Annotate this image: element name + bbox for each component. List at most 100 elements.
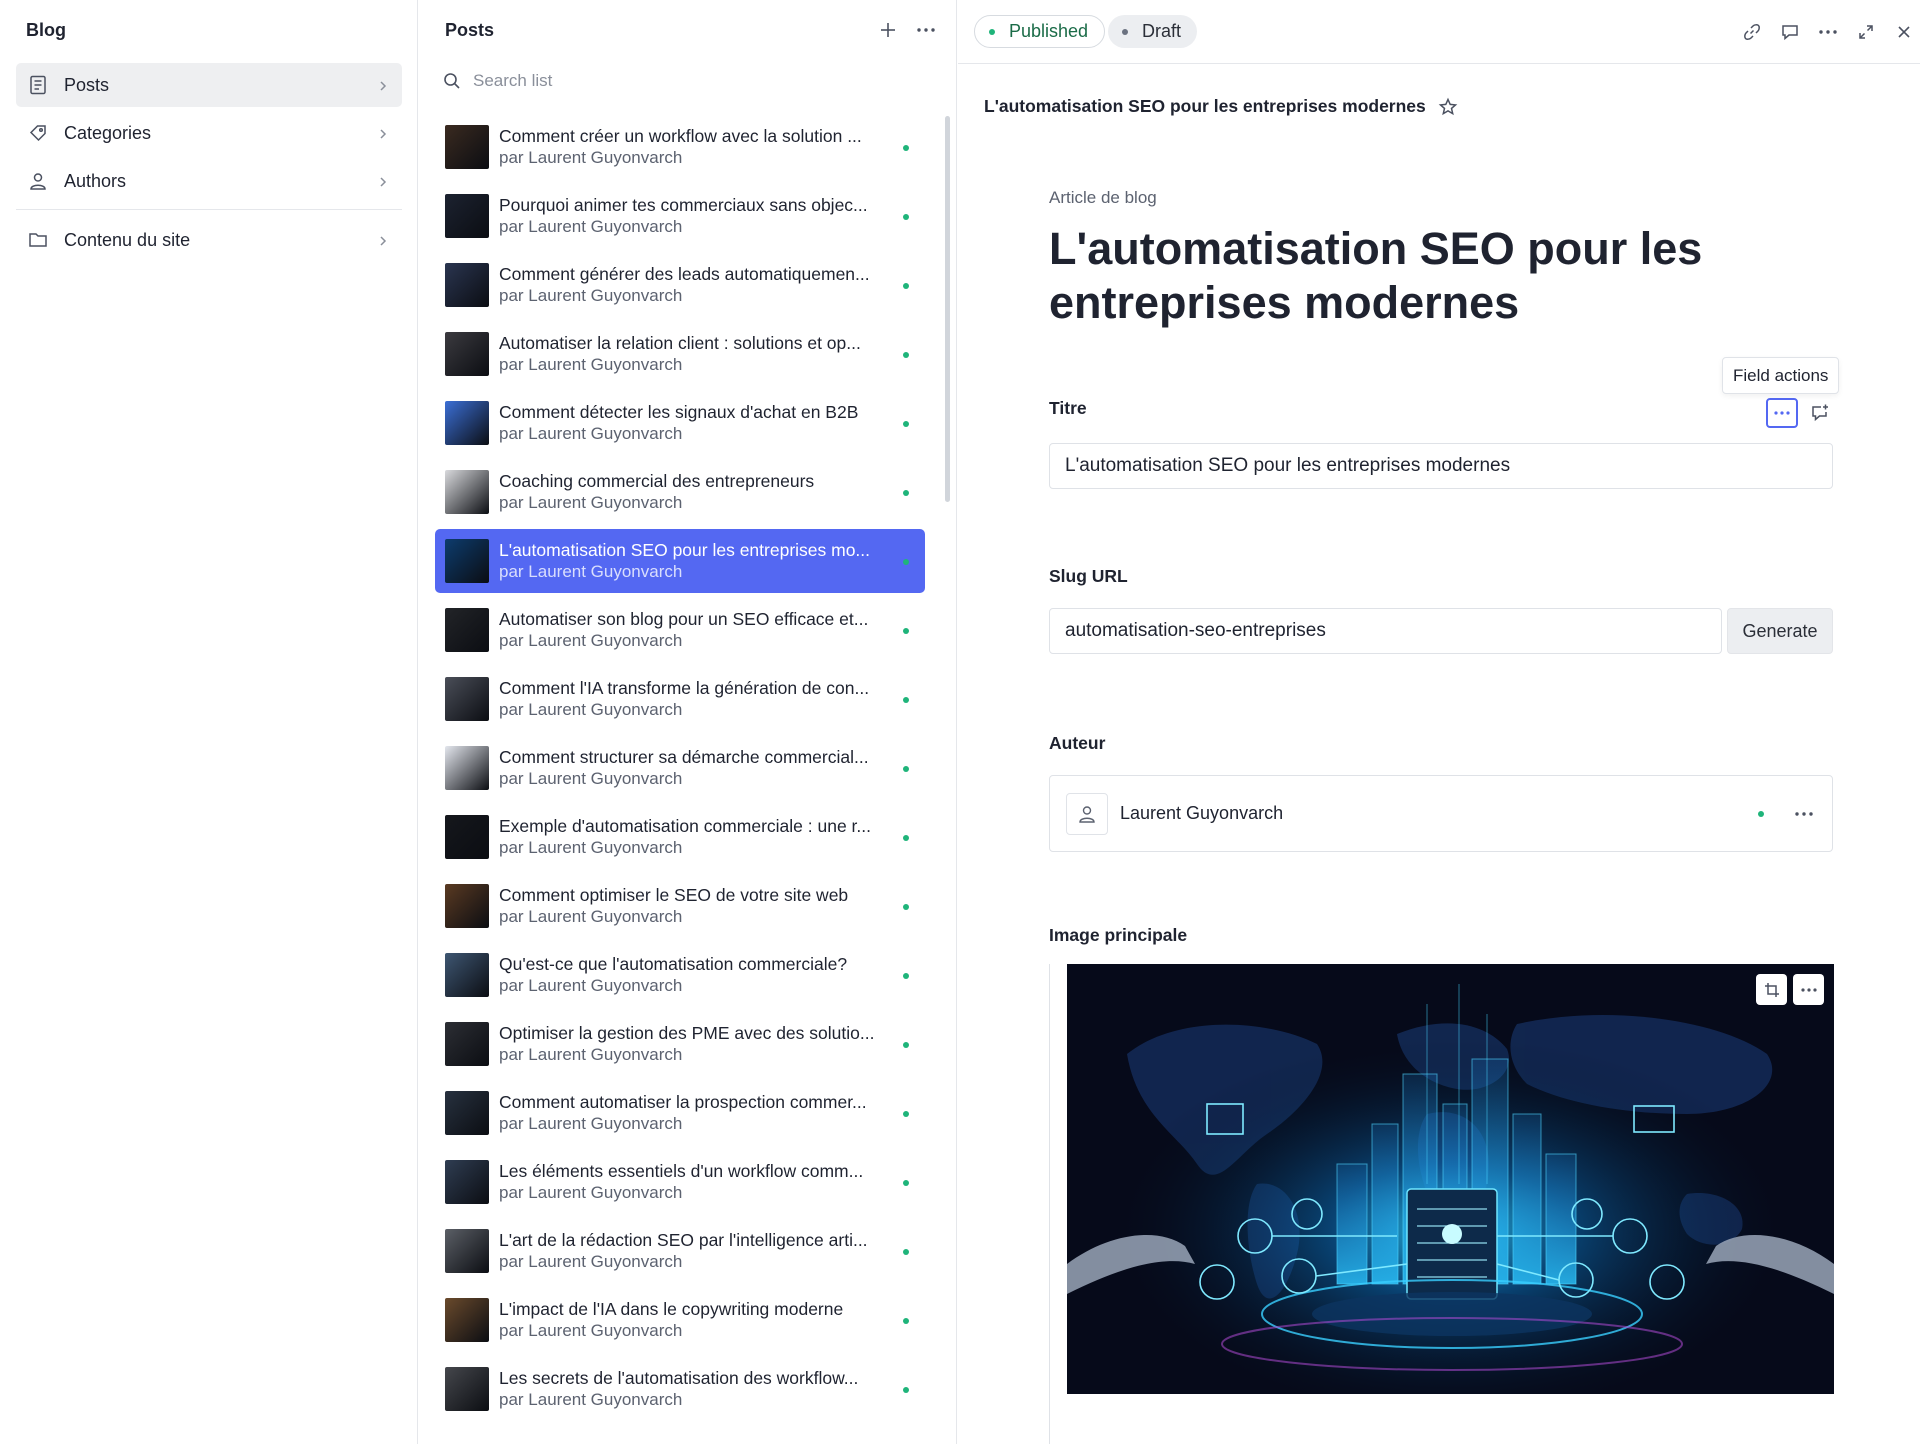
post-list-item[interactable]: Les secrets de l'automatisation des work…	[435, 1357, 925, 1421]
image-field	[1049, 964, 1834, 1444]
author-more-button[interactable]	[1792, 802, 1816, 826]
post-thumbnail	[445, 746, 489, 790]
post-list-item[interactable]: Comment générer des leads automatiquemen…	[435, 253, 925, 317]
post-text: L'automatisation SEO pour les entreprise…	[499, 539, 915, 583]
post-author: par Laurent Guyonvarch	[499, 286, 683, 305]
post-list-item[interactable]: Qu'est-ce que l'automatisation commercia…	[435, 943, 925, 1007]
post-author: par Laurent Guyonvarch	[499, 1183, 683, 1202]
post-title: L'automatisation SEO pour les entreprise…	[499, 540, 871, 560]
published-status-dot	[903, 1042, 909, 1048]
post-thumbnail	[445, 884, 489, 928]
titre-field-label: Titre	[1049, 398, 1087, 418]
post-list-item[interactable]: Les éléments essentiels d'un workflow co…	[435, 1150, 925, 1214]
post-list-item[interactable]: Coaching commercial des entrepreneurs par…	[435, 460, 925, 524]
post-list-item[interactable]: Comment optimiser le SEO de votre site w…	[435, 874, 925, 938]
crop-icon[interactable]	[1756, 974, 1787, 1005]
published-status-dot	[903, 1318, 909, 1324]
post-list-item[interactable]: L'art de la rédaction SEO par l'intellig…	[435, 1219, 925, 1283]
search-icon	[443, 72, 461, 90]
published-status-dot	[903, 697, 909, 703]
post-author: par Laurent Guyonvarch	[499, 424, 683, 443]
post-author: par Laurent Guyonvarch	[499, 148, 683, 167]
titre-input[interactable]	[1049, 443, 1833, 489]
author-reference-card[interactable]: Laurent Guyonvarch	[1049, 775, 1833, 852]
post-title: Les éléments essentiels d'un workflow co…	[499, 1161, 864, 1181]
published-status-dot	[903, 628, 909, 634]
star-icon[interactable]	[1438, 97, 1458, 117]
post-text: Comment générer des leads automatiquemen…	[499, 263, 915, 307]
post-text: Exemple d'automatisation commerciale : u…	[499, 815, 915, 859]
posts-pane-title: Posts	[445, 20, 495, 40]
field-actions-tooltip: Field actions	[1722, 357, 1840, 394]
post-title: Pourquoi animer tes commerciaux sans obj…	[499, 195, 868, 215]
post-author: par Laurent Guyonvarch	[499, 493, 683, 512]
post-list-item[interactable]: L'automatisation SEO pour les entreprise…	[435, 529, 925, 593]
post-author: par Laurent Guyonvarch	[499, 976, 683, 995]
link-icon[interactable]	[1740, 20, 1764, 44]
post-list-item[interactable]: Pourquoi animer tes commerciaux sans obj…	[435, 184, 925, 248]
add-post-button[interactable]	[876, 18, 900, 42]
post-author: par Laurent Guyonvarch	[499, 1045, 683, 1064]
document-editor: Published Draft L'automatisation SEO pou…	[958, 0, 1920, 1444]
main-image-preview[interactable]	[1067, 964, 1834, 1394]
slug-input[interactable]	[1049, 608, 1722, 654]
post-list-item[interactable]: Automatiser son blog pour un SEO efficac…	[435, 598, 925, 662]
post-list-item[interactable]: Automatiser la relation client : solutio…	[435, 322, 925, 386]
posts-more-button[interactable]	[914, 18, 938, 42]
published-status-pill[interactable]: Published	[974, 15, 1106, 48]
post-text: Qu'est-ce que l'automatisation commercia…	[499, 953, 915, 997]
post-list-item[interactable]: L'impact de l'IA dans le copywriting mod…	[435, 1288, 925, 1352]
comment-icon[interactable]	[1778, 20, 1802, 44]
post-list-item[interactable]: Comment l'IA transforme la génération de…	[435, 667, 925, 731]
add-comment-icon[interactable]	[1804, 398, 1836, 428]
posts-scrollbar[interactable]	[945, 116, 950, 502]
search-list-input[interactable]	[473, 71, 932, 91]
image-more-button[interactable]	[1793, 974, 1824, 1005]
published-status-dot	[903, 283, 909, 289]
post-thumbnail	[445, 1367, 489, 1411]
post-text: Comment optimiser le SEO de votre site w…	[499, 884, 915, 928]
post-title: Les secrets de l'automatisation des work…	[499, 1368, 859, 1388]
post-thumbnail	[445, 1160, 489, 1204]
post-list-item[interactable]: Optimiser la gestion des PME avec des so…	[435, 1012, 925, 1076]
image-tools	[1756, 974, 1824, 1005]
post-text: Comment structurer sa démarche commercia…	[499, 746, 915, 790]
post-thumbnail	[445, 1298, 489, 1342]
post-title: Comment créer un workflow avec la soluti…	[499, 126, 862, 146]
post-author: par Laurent Guyonvarch	[499, 631, 683, 650]
published-status-dot	[903, 766, 909, 772]
nav-label-posts: Posts	[64, 74, 110, 95]
post-author: par Laurent Guyonvarch	[499, 1252, 683, 1271]
tag-icon	[28, 123, 48, 143]
blog-nav-pane: Blog Posts Categories Authors Contenu du…	[0, 0, 418, 1444]
post-thumbnail	[445, 1022, 489, 1066]
post-list-item[interactable]: Exemple d'automatisation commerciale : u…	[435, 805, 925, 869]
post-text: L'art de la rédaction SEO par l'intellig…	[499, 1229, 915, 1273]
field-actions-button[interactable]	[1766, 398, 1798, 428]
post-author: par Laurent Guyonvarch	[499, 355, 683, 374]
post-list-item[interactable]: Comment structurer sa démarche commercia…	[435, 736, 925, 800]
post-text: Comment créer un workflow avec la soluti…	[499, 125, 915, 169]
post-title: Comment automatiser la prospection comme…	[499, 1092, 867, 1112]
nav-item-posts[interactable]: Posts	[16, 63, 402, 107]
posts-pane: Posts Comment créer un workflow avec la …	[419, 0, 957, 1444]
close-icon[interactable]	[1892, 20, 1916, 44]
published-status-dot	[903, 1249, 909, 1255]
post-list-item[interactable]: Comment créer un workflow avec la soluti…	[435, 115, 925, 179]
nav-item-categories[interactable]: Categories	[16, 111, 402, 155]
post-title: Comment générer des leads automatiquemen…	[499, 264, 870, 284]
generate-slug-button[interactable]: Generate	[1727, 608, 1833, 654]
published-status-dot	[903, 559, 909, 565]
published-status-dot	[903, 145, 909, 151]
nav-item-authors[interactable]: Authors	[16, 159, 402, 203]
document-type-label: Article de blog	[1049, 188, 1157, 207]
draft-status-pill[interactable]: Draft	[1108, 15, 1198, 48]
editor-more-button[interactable]	[1816, 20, 1840, 44]
post-list-item[interactable]: Comment détecter les signaux d'achat en …	[435, 391, 925, 455]
expand-icon[interactable]	[1854, 20, 1878, 44]
nav-item-contenu-du-site[interactable]: Contenu du site	[16, 218, 402, 262]
post-title: Comment structurer sa démarche commercia…	[499, 747, 869, 767]
post-list-item[interactable]: Comment automatiser la prospection comme…	[435, 1081, 925, 1145]
post-text: Comment détecter les signaux d'achat en …	[499, 401, 915, 445]
slug-field-label: Slug URL	[1049, 566, 1128, 586]
